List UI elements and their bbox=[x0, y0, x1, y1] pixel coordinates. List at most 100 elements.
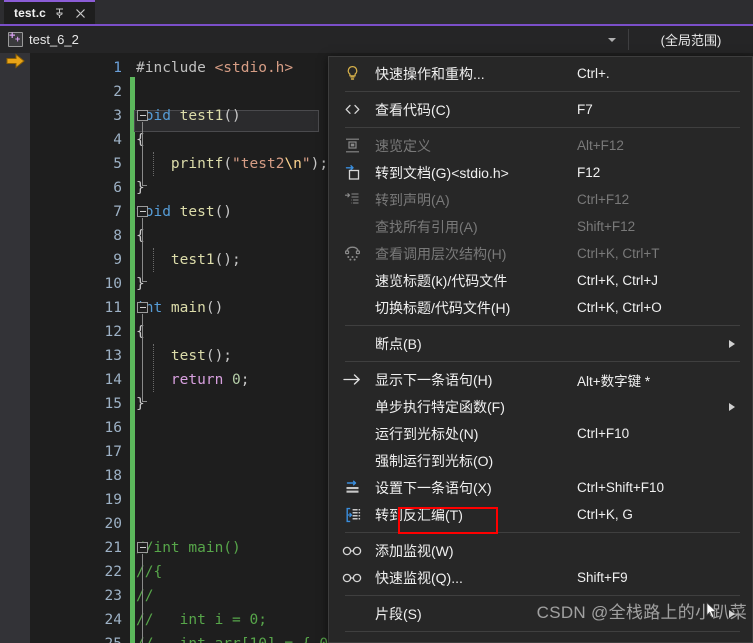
execution-pointer-icon bbox=[6, 53, 25, 69]
menu-item-label: 快速操作和重构... bbox=[375, 65, 485, 82]
menu-separator bbox=[345, 361, 740, 362]
menu-item-shortcut: Shift+F12 bbox=[577, 219, 636, 234]
line-number: 2 bbox=[113, 84, 122, 100]
menu-item-icon-slot bbox=[329, 267, 375, 294]
menu-item-label: 速览定义 bbox=[375, 137, 431, 154]
menu-item-label: 查找所有引用(A) bbox=[375, 218, 478, 235]
code-line: // int i = 0; bbox=[136, 608, 267, 632]
line-number: 25 bbox=[32, 632, 122, 643]
submenu-arrow-icon bbox=[729, 609, 735, 618]
line-number: 1 bbox=[113, 60, 122, 76]
menu-item-label: 查看代码(C) bbox=[375, 101, 451, 118]
editor-context-menu[interactable]: 快速操作和重构... Ctrl+. 查看代码(C) F7 速览定义 Alt+F12 转到文档… bbox=[328, 56, 753, 643]
menu-item[interactable]: 速览标题(k)/代码文件 Ctrl+K, Ctrl+J bbox=[329, 267, 752, 294]
menu-item-shortcut: Ctrl+F12 bbox=[577, 192, 630, 207]
line-number: 13 bbox=[104, 348, 122, 364]
code-token: (); bbox=[205, 348, 233, 364]
menu-item[interactable]: 单步执行特定函数(F) bbox=[329, 393, 752, 420]
go-to-declaration-icon bbox=[329, 186, 375, 213]
menu-item[interactable]: 片段(S) bbox=[329, 600, 752, 627]
code-token: (); bbox=[214, 252, 241, 268]
line-number: 8 bbox=[113, 228, 122, 244]
code-token: 0 bbox=[232, 372, 241, 388]
member-scope-label: (全局范围) bbox=[660, 33, 722, 48]
line-number-gutter: 1234567891011121314151617181920212223242… bbox=[32, 53, 122, 643]
code-token: () bbox=[214, 204, 233, 220]
code-line: } bbox=[136, 176, 145, 200]
menu-item-shortcut: Ctrl+K, Ctrl+J bbox=[577, 273, 659, 288]
close-icon[interactable] bbox=[74, 6, 88, 20]
code-fold-toggle[interactable] bbox=[137, 206, 148, 217]
fold-guide-end bbox=[142, 185, 147, 186]
code-line: } bbox=[136, 272, 145, 296]
menu-item[interactable]: 转到反汇编(T) Ctrl+K, G bbox=[329, 501, 752, 528]
tab-title: test.c bbox=[14, 6, 46, 20]
code-token: () bbox=[205, 300, 224, 316]
code-token: test bbox=[136, 348, 206, 364]
code-line: // int arr[10] = { 0 }; bbox=[136, 632, 354, 643]
peek-definition-icon bbox=[329, 132, 375, 159]
line-number: 9 bbox=[113, 252, 122, 268]
menu-item-shortcut: Ctrl+K, Ctrl+T bbox=[577, 246, 660, 261]
code-line: void test() bbox=[136, 200, 232, 224]
editor-indicator-margin[interactable] bbox=[0, 53, 30, 643]
set-next-statement-icon bbox=[329, 474, 375, 501]
line-number: 6 bbox=[113, 180, 122, 196]
menu-item[interactable]: 断点(B) bbox=[329, 330, 752, 357]
fold-guide-end bbox=[142, 401, 147, 402]
menu-item-shortcut: F12 bbox=[577, 165, 601, 180]
menu-item[interactable]: 显示下一条语句(H) Alt+数字键 * bbox=[329, 366, 752, 393]
code-fold-toggle[interactable] bbox=[137, 302, 148, 313]
menu-separator bbox=[345, 325, 740, 326]
code-token: \n bbox=[284, 156, 302, 172]
menu-item[interactable]: 强制运行到光标(O) bbox=[329, 447, 752, 474]
code-line: // bbox=[136, 584, 153, 608]
watch-glasses-icon bbox=[329, 537, 375, 564]
code-token: #include bbox=[136, 60, 215, 76]
code-token: //{ bbox=[136, 564, 163, 580]
code-line: test1(); bbox=[136, 248, 241, 272]
menu-item-label: 设置下一条语句(X) bbox=[375, 479, 492, 496]
code-token: test1 bbox=[136, 252, 215, 268]
line-number: 15 bbox=[104, 396, 122, 412]
code-token: "test2 bbox=[232, 156, 285, 172]
menu-item-icon-slot bbox=[329, 600, 375, 627]
menu-item[interactable]: 添加监视(W) bbox=[329, 537, 752, 564]
menu-item: 转到声明(A) Ctrl+F12 bbox=[329, 186, 752, 213]
menu-item[interactable]: 设置下一条语句(X) Ctrl+Shift+F10 bbox=[329, 474, 752, 501]
line-number: 20 bbox=[104, 516, 122, 532]
tab-test-c[interactable]: test.c bbox=[4, 0, 95, 24]
line-number: 3 bbox=[113, 108, 122, 124]
code-fold-toggle[interactable] bbox=[137, 542, 148, 553]
menu-item-icon-slot bbox=[329, 294, 375, 321]
code-line: #include <stdio.h> bbox=[136, 56, 293, 80]
call-hierarchy-icon bbox=[329, 240, 375, 267]
menu-item-label: 转到声明(A) bbox=[375, 191, 450, 208]
menu-item[interactable]: 快速监视(Q)... Shift+F9 bbox=[329, 564, 752, 591]
line-number: 18 bbox=[104, 468, 122, 484]
submenu-arrow-icon bbox=[729, 339, 735, 348]
line-number: 7 bbox=[113, 204, 122, 220]
menu-item[interactable]: 查看代码(C) F7 bbox=[329, 96, 752, 123]
menu-item[interactable]: 转到文档(G)<stdio.h> F12 bbox=[329, 159, 752, 186]
line-number: 19 bbox=[104, 492, 122, 508]
menu-item-label: 显示下一条语句(H) bbox=[375, 371, 493, 388]
member-scope-dropdown[interactable]: (全局范围) bbox=[629, 26, 753, 53]
code-line: //{ bbox=[136, 560, 162, 584]
pin-icon[interactable] bbox=[53, 6, 67, 20]
menu-item[interactable]: 运行到光标处(N) Ctrl+F10 bbox=[329, 420, 752, 447]
menu-item: 查看调用层次结构(H) Ctrl+K, Ctrl+T bbox=[329, 240, 752, 267]
chevron-down-icon[interactable] bbox=[608, 37, 616, 42]
menu-item[interactable]: 切换标题/代码文件(H) Ctrl+K, Ctrl+O bbox=[329, 294, 752, 321]
angle-brackets-icon bbox=[329, 96, 375, 123]
menu-item[interactable]: 剪切(T)Ctrl+X bbox=[329, 636, 752, 643]
menu-item-label: 片段(S) bbox=[375, 605, 422, 622]
project-scope-dropdown[interactable]: test_6_2 bbox=[0, 26, 628, 53]
line-number: 22 bbox=[104, 564, 122, 580]
menu-item-shortcut: Ctrl+F10 bbox=[577, 426, 630, 441]
menu-item[interactable]: 快速操作和重构... Ctrl+. bbox=[329, 60, 752, 87]
code-token: return bbox=[170, 372, 233, 388]
menu-item-icon-slot bbox=[329, 420, 375, 447]
menu-separator bbox=[345, 631, 740, 632]
code-fold-toggle[interactable] bbox=[137, 110, 148, 121]
